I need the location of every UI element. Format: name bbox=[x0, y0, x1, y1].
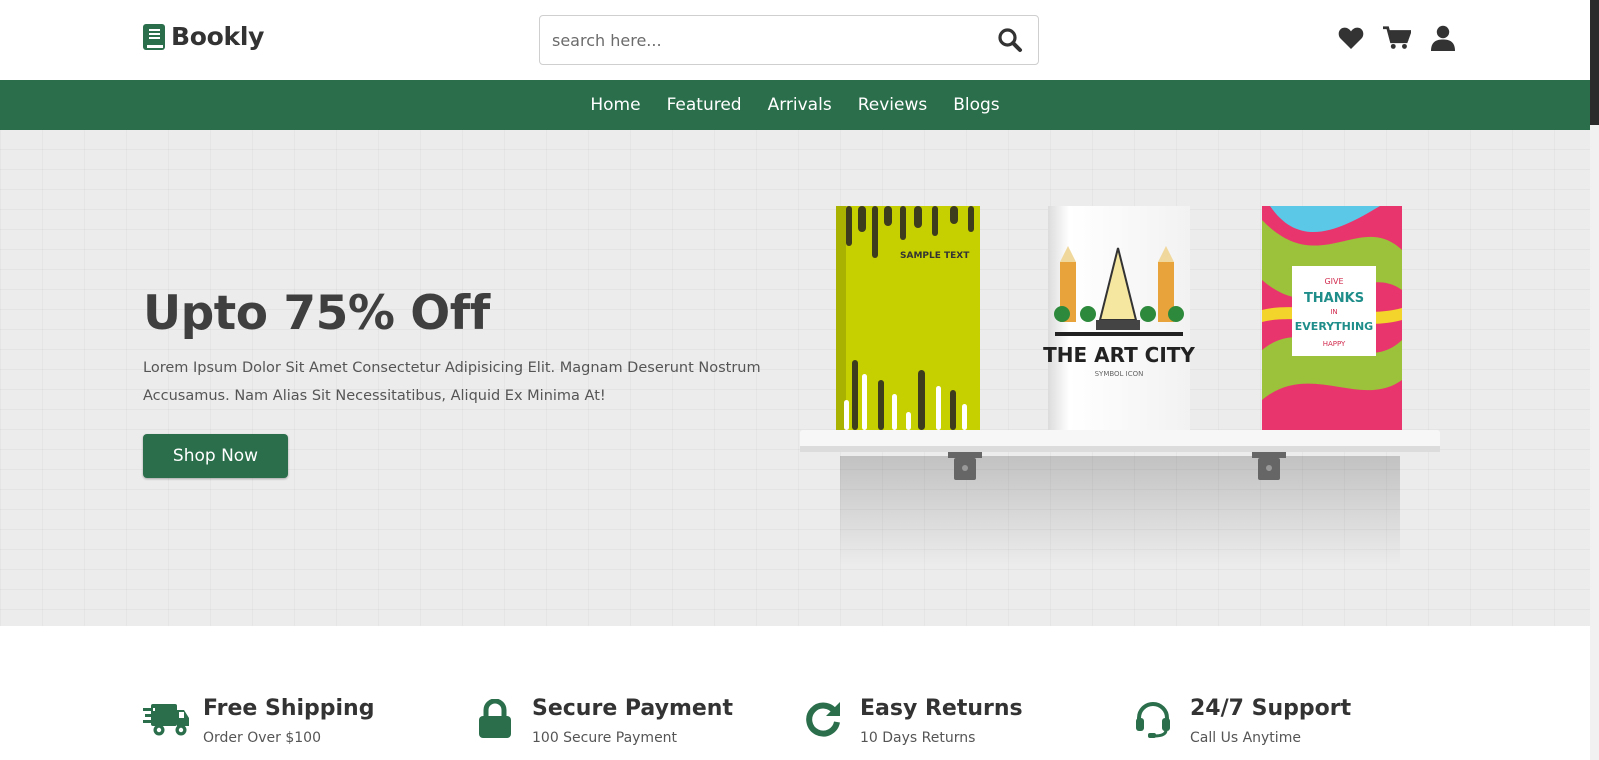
feature-text: Easy Returns 10 Days Returns bbox=[860, 696, 1023, 746]
book-cover-3: GIVE THANKS IN EVERYTHING HAPPY bbox=[1262, 206, 1402, 430]
book-icon bbox=[143, 23, 165, 50]
nav-reviews[interactable]: Reviews bbox=[858, 95, 928, 115]
brand-logo[interactable]: Bookly bbox=[143, 22, 264, 51]
book-cover-2: THE ART CITY SYMBOL ICON bbox=[1043, 206, 1195, 430]
truck-icon bbox=[143, 696, 189, 742]
hero-title: Upto 75% Off bbox=[143, 286, 490, 341]
feature-text: Secure Payment 100 Secure Payment bbox=[532, 696, 733, 746]
book-shelf-illustration: SAMPLE TEXT THE ART CITY SYMBOL ICON GIV… bbox=[800, 206, 1440, 566]
lock-icon bbox=[472, 696, 518, 742]
nav-arrivals[interactable]: Arrivals bbox=[768, 95, 832, 115]
book3-line-4: EVERYTHING bbox=[1295, 320, 1373, 333]
book2-cover-sub: SYMBOL ICON bbox=[1095, 370, 1144, 378]
feature-subtitle: 100 Secure Payment bbox=[532, 730, 678, 746]
feature-easy-returns: Easy Returns 10 Days Returns bbox=[800, 696, 1023, 746]
cart-icon[interactable] bbox=[1383, 24, 1411, 52]
nav-home[interactable]: Home bbox=[590, 95, 640, 115]
headset-icon bbox=[1130, 696, 1176, 742]
feature-subtitle: Order Over $100 bbox=[203, 730, 321, 746]
feature-text: 24/7 Support Call Us Anytime bbox=[1190, 696, 1351, 746]
features-section: Free Shipping Order Over $100 Secure Pay… bbox=[0, 626, 1590, 760]
scrollbar[interactable] bbox=[1590, 0, 1599, 760]
heart-icon[interactable] bbox=[1337, 24, 1365, 52]
brand-name: Bookly bbox=[171, 22, 265, 51]
header-actions bbox=[1337, 24, 1457, 52]
nav-blogs[interactable]: Blogs bbox=[953, 95, 999, 115]
book1-cover-text: SAMPLE TEXT bbox=[900, 251, 970, 261]
scrollbar-thumb[interactable] bbox=[1590, 0, 1599, 125]
hero-description: Lorem Ipsum Dolor Sit Amet Consectetur A… bbox=[143, 360, 761, 404]
feature-secure-payment: Secure Payment 100 Secure Payment bbox=[472, 696, 733, 746]
feature-free-shipping: Free Shipping Order Over $100 bbox=[143, 696, 374, 746]
book-cover-1: SAMPLE TEXT bbox=[836, 206, 980, 430]
book3-line-2: THANKS bbox=[1304, 291, 1364, 306]
redo-icon bbox=[800, 696, 846, 742]
search-form bbox=[539, 15, 1039, 65]
book3-line-3: IN bbox=[1330, 308, 1337, 316]
search-input[interactable] bbox=[540, 16, 980, 64]
book2-cover-title: THE ART CITY bbox=[1043, 343, 1195, 367]
feature-subtitle: Call Us Anytime bbox=[1190, 730, 1301, 746]
feature-title: Easy Returns bbox=[860, 696, 1023, 721]
feature-title: Secure Payment bbox=[532, 696, 733, 721]
search-icon[interactable] bbox=[996, 26, 1024, 54]
main-nav: Home Featured Arrivals Reviews Blogs bbox=[0, 80, 1590, 130]
book3-line-1: GIVE bbox=[1324, 277, 1343, 286]
shop-now-button[interactable]: Shop Now bbox=[143, 434, 288, 478]
book3-line-5: HAPPY bbox=[1323, 340, 1346, 348]
feature-title: 24/7 Support bbox=[1190, 696, 1352, 721]
nav-featured[interactable]: Featured bbox=[667, 95, 742, 115]
feature-support: 24/7 Support Call Us Anytime bbox=[1130, 696, 1351, 746]
header: Bookly bbox=[0, 0, 1590, 80]
user-icon[interactable] bbox=[1429, 24, 1457, 52]
feature-text: Free Shipping Order Over $100 bbox=[203, 696, 374, 746]
hero-section: Upto 75% Off Lorem Ipsum Dolor Sit Amet … bbox=[0, 130, 1590, 626]
feature-title: Free Shipping bbox=[203, 696, 375, 721]
feature-subtitle: 10 Days Returns bbox=[860, 730, 976, 746]
